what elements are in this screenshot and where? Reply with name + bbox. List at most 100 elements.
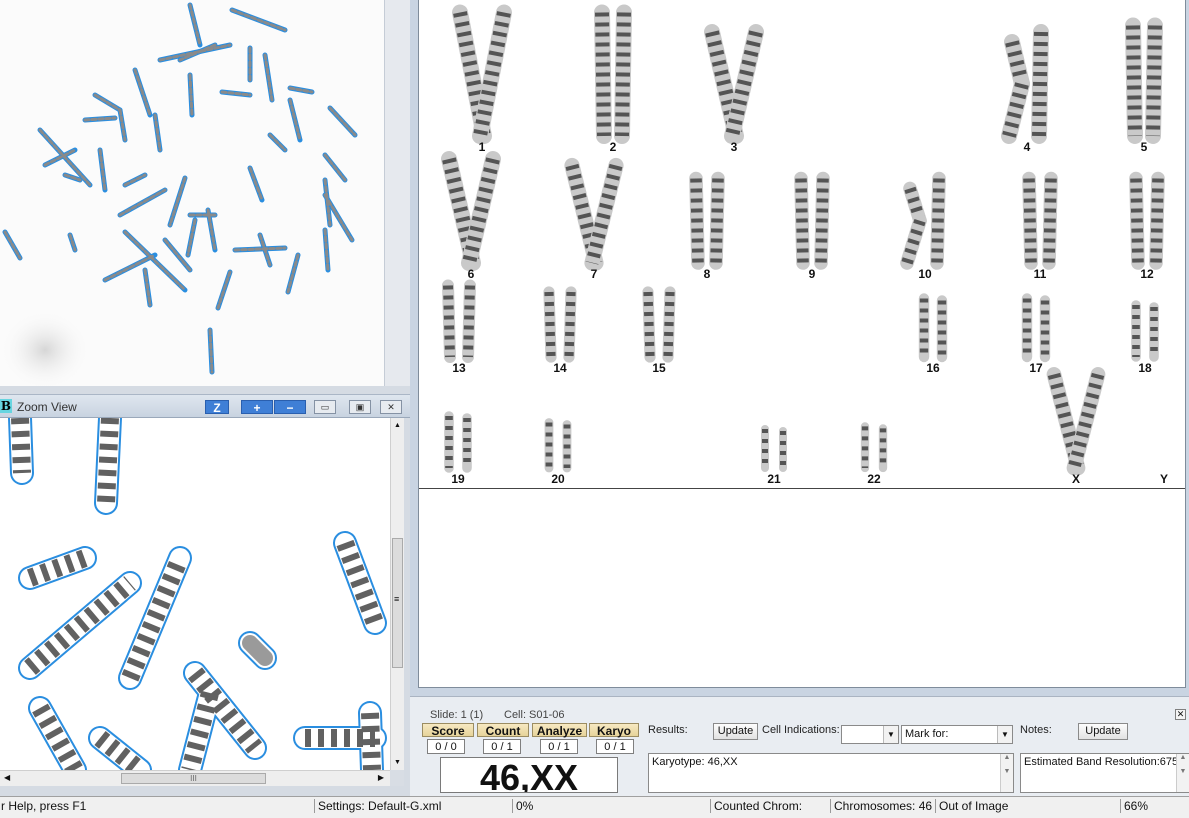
scrollbar-thumb[interactable]: III	[121, 773, 266, 784]
notes-update-button[interactable]: Update	[1078, 723, 1128, 740]
karyogram-label-1: 1	[478, 140, 486, 154]
chromosome-11-b[interactable]	[1042, 171, 1058, 270]
chromosome-10-b[interactable]	[930, 171, 946, 270]
karyogram-label-16: 16	[926, 361, 940, 375]
scrollbar-thumb[interactable]: ≡	[392, 538, 403, 668]
chromosome-2-a[interactable]	[594, 4, 612, 144]
chromosome-X-b[interactable]	[1066, 367, 1106, 476]
notes-text: Estimated Band Resolution:675	[1024, 756, 1179, 768]
zoom-horizontal-scrollbar[interactable]: ◀ III ▶	[0, 770, 390, 787]
chromosome-bands	[710, 178, 724, 264]
tab-count[interactable]: Count	[477, 723, 529, 738]
karyogram-label-14: 14	[553, 361, 567, 375]
karyo-count: 0 / 1	[596, 739, 634, 754]
tab-score[interactable]: Score	[422, 723, 474, 738]
chromosome-2-b[interactable]	[614, 4, 632, 144]
mark-for-select[interactable]: Mark for: ▼	[901, 725, 1013, 744]
results-textarea[interactable]: Karyotype: 46,XX ▲ ▼	[648, 753, 1014, 793]
chromosome-12-b[interactable]	[1149, 171, 1165, 270]
minimize-icon[interactable]: ▭	[314, 400, 336, 414]
chromosome-15-a[interactable]	[642, 286, 656, 363]
chromosome-bands	[1023, 178, 1037, 264]
chromosome-bands	[1150, 178, 1164, 264]
karyogram-label-6: 6	[467, 267, 475, 281]
karyogram-label-10: 10	[918, 267, 932, 281]
status-zoom: 66%	[1120, 799, 1188, 813]
chromosome-4-b[interactable]	[1031, 24, 1049, 144]
karyogram-label-5: 5	[1140, 140, 1148, 154]
chromosome-1-b[interactable]	[472, 4, 512, 144]
score-panel: Slide: 1 (1) Cell: S01-06 ✕ Score Count …	[410, 696, 1189, 796]
chevron-down-icon: ▼	[883, 726, 898, 743]
slide-label: Slide: 1 (1)	[430, 709, 484, 721]
chromosome-14-a[interactable]	[543, 286, 557, 363]
scroll-left-icon[interactable]: ◀	[4, 773, 10, 782]
karyogram-label-20: 20	[551, 472, 565, 486]
chromosome-7-b[interactable]	[584, 157, 624, 271]
zoom-view-titlebar[interactable]: B Zoom View Z + − ▭ ▣ ✕	[0, 394, 410, 418]
karyogram-label-22: 22	[867, 472, 881, 486]
chromosome-9-a[interactable]	[794, 171, 810, 270]
zoom-vertical-scrollbar[interactable]: ▲ ≡ ▼	[390, 418, 405, 770]
cell-indications-select[interactable]: ▼	[841, 725, 899, 744]
tab-analyze[interactable]: Analyze	[532, 723, 587, 738]
karyogram[interactable]: 1 2 3 4 5 6 7 8 9 10 11 12 13 14 15 16 17 18 19 20 21 22 X Y	[418, 0, 1186, 688]
close-icon[interactable]: ✕	[1175, 709, 1186, 720]
karyotype-result: 46,XX	[440, 757, 618, 793]
chromosome-13-a[interactable]	[442, 279, 456, 363]
chromosome-5-b[interactable]	[1145, 17, 1163, 144]
zoom-in-button[interactable]: +	[241, 400, 273, 415]
results-label: Results:	[648, 724, 688, 736]
splitter[interactable]	[0, 386, 410, 394]
notes-textarea[interactable]: Estimated Band Resolution:675 ▲ ▼	[1020, 753, 1189, 793]
karyogram-label-13: 13	[452, 361, 466, 375]
textarea-scrollbar[interactable]: ▲ ▼	[1000, 754, 1013, 792]
karyogram-divider	[419, 488, 1185, 489]
metaphase-image[interactable]	[0, 0, 385, 386]
panel-border	[0, 786, 410, 796]
karyogram-label-7: 7	[590, 267, 598, 281]
zoom-out-button[interactable]: −	[274, 400, 306, 415]
chromosome-bands	[1043, 178, 1057, 264]
scroll-right-icon[interactable]: ▶	[378, 773, 384, 782]
chromosome-3-b[interactable]	[724, 24, 764, 144]
chromosome-10-a2[interactable]	[900, 213, 927, 270]
chromosome-body	[1001, 76, 1030, 144]
karyogram-label-12: 12	[1140, 267, 1154, 281]
status-chromosomes: Chromosomes: 46	[830, 799, 934, 813]
scroll-grip: ≡	[394, 594, 400, 604]
zoom-view-app-icon: B	[0, 399, 12, 413]
maximize-icon[interactable]: ▣	[349, 400, 371, 414]
scroll-up-icon[interactable]: ▲	[394, 422, 401, 429]
chromosome-4-a2[interactable]	[1001, 76, 1030, 144]
chromosome-8-b[interactable]	[709, 171, 725, 270]
results-update-button[interactable]: Update	[713, 723, 758, 740]
chromosome-12-a[interactable]	[1129, 171, 1145, 270]
status-out-of-image: Out of Image	[935, 799, 1119, 813]
chromosome-5-a[interactable]	[1125, 17, 1143, 144]
notes-label: Notes:	[1020, 724, 1052, 736]
karyogram-label-18: 18	[1138, 361, 1152, 375]
status-progress: 0%	[512, 799, 706, 813]
close-icon[interactable]: ✕	[380, 400, 402, 414]
chromosome-11-a[interactable]	[1022, 171, 1038, 270]
chromosome-13-b[interactable]	[462, 279, 476, 363]
chromosome-14-b[interactable]	[563, 286, 577, 363]
chevron-down-icon: ▼	[997, 726, 1012, 743]
chromosome-bands	[690, 178, 704, 264]
zoom-view-title: Zoom View	[17, 400, 77, 414]
chromosome-15-b[interactable]	[662, 286, 676, 363]
zoomed-chromosomes	[8, 418, 387, 770]
tab-karyo[interactable]: Karyo	[589, 723, 639, 738]
scroll-down-icon[interactable]: ▼	[394, 759, 401, 766]
karyogram-chromosomes	[441, 4, 1165, 476]
zoom-view-image[interactable]	[0, 418, 390, 770]
karyogram-label-Y: Y	[1159, 472, 1169, 486]
textarea-scrollbar[interactable]: ▲ ▼	[1176, 754, 1189, 792]
chromosome-6-b[interactable]	[461, 151, 501, 271]
status-bar: r Help, press F1 Settings: Default-G.xml…	[0, 796, 1189, 818]
chromosome-8-a[interactable]	[689, 171, 705, 270]
analyze-count: 0 / 1	[540, 739, 578, 754]
zoom-fit-button[interactable]: Z	[205, 400, 229, 415]
chromosome-9-b[interactable]	[814, 171, 830, 270]
